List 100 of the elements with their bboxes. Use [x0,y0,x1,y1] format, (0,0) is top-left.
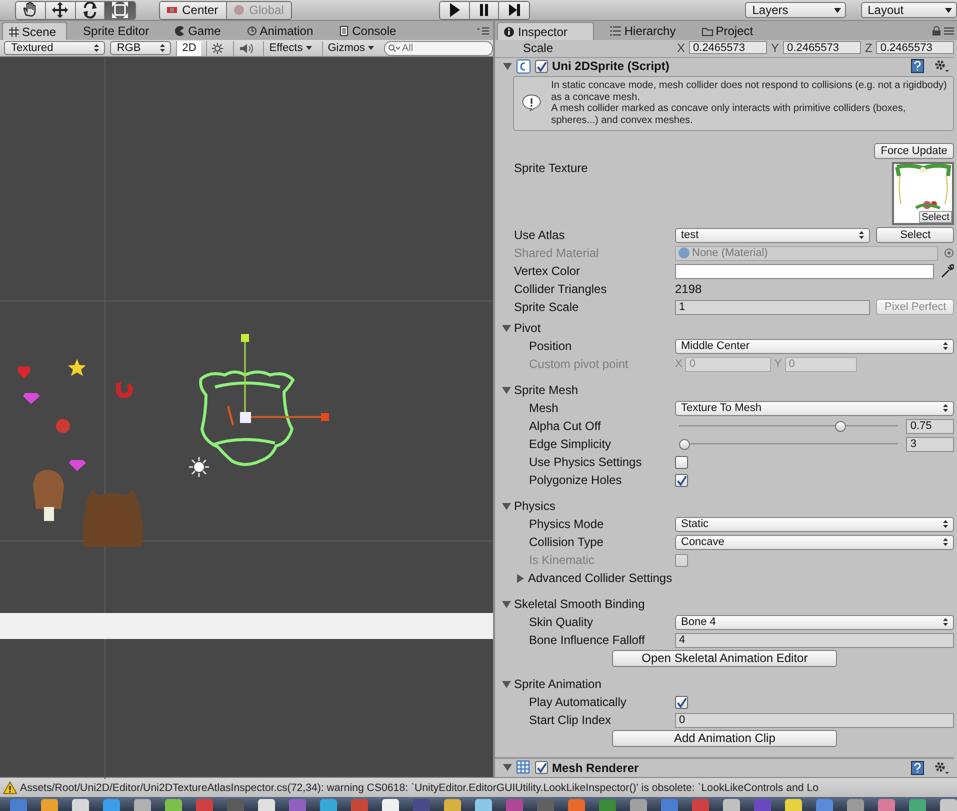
dock-icon[interactable] [940,799,957,811]
dock-icon[interactable] [258,799,275,811]
foldout-label[interactable]: Advanced Collider Settings [528,571,672,585]
section-header[interactable]: Pivot [514,321,541,335]
text-field[interactable]: 0 [675,712,954,728]
dock-icon[interactable] [506,799,523,811]
dock-icon[interactable] [537,799,554,811]
dock-icon[interactable] [134,799,151,811]
search-field[interactable]: All [384,40,493,56]
dropdown[interactable]: Static [675,516,954,532]
tab[interactable]: Inspector [497,22,594,40]
dock-icon[interactable] [692,799,709,811]
dock-icon[interactable] [754,799,771,811]
section-header[interactable]: Sprite Animation [514,677,602,691]
tab[interactable]: Sprite Editor [77,22,160,40]
number-field[interactable]: 3 [906,436,954,452]
dock-icon[interactable] [289,799,306,811]
ball-icon [56,419,70,433]
section-header[interactable]: Skeletal Smooth Binding [514,597,645,611]
action-button[interactable]: Add Animation Clip [612,730,838,746]
checkbox[interactable] [675,696,688,708]
checkbox[interactable] [675,474,688,486]
select-button[interactable]: Select [876,227,954,243]
layout-dropdown[interactable]: Layout [860,2,957,18]
layers-dropdown[interactable]: Layers [745,2,846,18]
dock-icon[interactable] [382,799,399,811]
playback-button[interactable] [470,2,500,18]
field-label: Edge Simplicity [528,437,612,451]
gizmos-dropdown[interactable]: Gizmos [322,40,379,56]
pacman-icon [175,26,186,36]
section-header[interactable]: Sprite Mesh [514,383,578,397]
tab[interactable]: Game [169,22,231,40]
dropdown[interactable]: Concave [675,534,954,550]
color-field[interactable] [675,264,934,278]
number-field[interactable]: 0.2465573 [876,41,954,54]
select-button[interactable]: Select [918,211,952,223]
section-header[interactable]: Physics [514,499,556,513]
text-field[interactable]: 4 [675,632,954,648]
dock-icon[interactable] [475,799,492,811]
dock-icon[interactable] [351,799,368,811]
slider-thumb[interactable] [679,438,690,450]
dock-icon[interactable] [909,799,926,811]
tab[interactable]: Animation [240,22,324,40]
dock-icon[interactable] [723,799,740,811]
dock-icon[interactable] [847,799,864,811]
dock-icon[interactable] [10,799,27,811]
tool-button[interactable] [105,2,136,18]
checkbox[interactable] [535,60,548,72]
tool-button[interactable] [76,2,106,18]
dropdown[interactable]: Bone 4 [675,614,954,630]
dropdown[interactable]: Texture To Mesh [675,400,954,416]
dock-icon[interactable] [41,799,58,811]
dock-icon[interactable] [661,799,678,811]
dock-icon[interactable] [816,799,833,811]
updown-icon [942,537,950,547]
tool-button[interactable] [16,2,46,18]
dock-icon[interactable] [444,799,461,811]
pivot-button[interactable]: Center [160,2,228,18]
dock-icon[interactable] [568,799,585,811]
checkbox[interactable] [535,761,548,774]
component-title: Uni 2DSprite (Script) [552,59,670,73]
dropdown[interactable]: test [675,228,870,242]
text-field[interactable]: 1 [675,300,870,314]
number-field[interactable]: 0.75 [906,418,954,434]
status-message: Assets/Root/Uni2D/Editor/Uni2DTextureAtlasInspector.cs(72,34): warning CS0618: `UnityEditor.EditorGUIUtility.LookLikeInspector()' is obsolete: `LookLikeControls and Lo [20,782,818,794]
tab[interactable]: Console [333,22,406,40]
tab[interactable]: Scene [2,22,68,40]
dock-icon[interactable] [599,799,616,811]
playback-button[interactable] [499,2,530,18]
field-label: Mesh [528,401,560,415]
star-icon [68,359,86,376]
dropdown[interactable]: Middle Center [675,338,954,354]
render-mode-dropdown[interactable]: Textured [4,41,105,55]
checkbox[interactable] [675,456,688,468]
tool-button[interactable] [46,2,76,18]
dock-icon[interactable] [165,799,182,811]
dock-icon[interactable] [103,799,120,811]
tab[interactable]: Project [696,22,764,40]
globe-icon [233,4,246,16]
dock-icon[interactable] [785,799,802,811]
updown-icon [159,43,166,53]
action-button[interactable]: Open Skeletal Animation Editor [612,650,838,666]
dock-icon[interactable] [320,799,337,811]
dock-icon[interactable] [878,799,895,811]
dock-icon[interactable] [227,799,244,811]
dock-icon[interactable] [630,799,647,811]
dock-icon[interactable] [72,799,89,811]
effects-dropdown[interactable]: Effects [263,40,317,56]
dock-icon[interactable] [413,799,430,811]
field-label: Bone Influence Falloff [528,633,646,647]
tab[interactable]: Hierarchy [604,22,686,40]
slider-thumb[interactable] [835,420,846,432]
force-update-button[interactable]: Force Update [874,143,954,159]
number-field[interactable]: 0.2465573 [689,41,768,54]
playback-button[interactable] [440,2,470,18]
color-mode-dropdown[interactable]: RGB [110,41,172,55]
texture-thumbnail[interactable]: Select [892,162,954,225]
dock-icon[interactable] [196,799,213,811]
mode-2d-toggle[interactable]: 2D [176,40,202,56]
number-field[interactable]: 0.2465573 [783,41,862,54]
